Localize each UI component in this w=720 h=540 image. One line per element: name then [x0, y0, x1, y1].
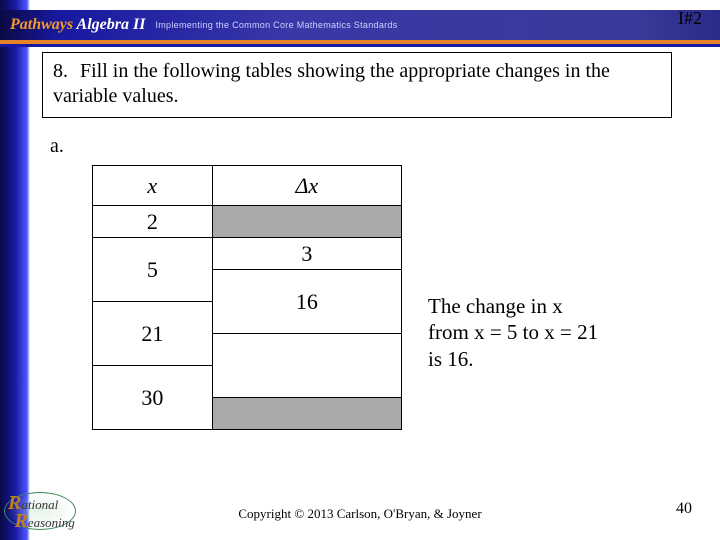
values-table: x Δx 2 5 3 16 21 30: [92, 165, 402, 430]
explanation-text: The change in x from x = 5 to x = 21 is …: [428, 293, 678, 372]
table-cell-dx-shaded: [212, 398, 401, 430]
table-cell-x: 2: [93, 206, 213, 238]
table-cell-dx: 3: [212, 238, 401, 270]
question-number: 8.: [53, 59, 75, 84]
slide-identifier: I#2: [678, 8, 702, 29]
table-cell-dx-empty: [212, 334, 401, 398]
copyright-text: Copyright © 2013 Carlson, O'Bryan, & Joy…: [0, 506, 720, 522]
explanation-line: from x = 5 to x = 21: [428, 320, 598, 344]
table-header-x: x: [93, 166, 213, 206]
logo-word: easoning: [28, 515, 75, 530]
product-title: Pathways Algebra II: [10, 16, 145, 34]
brand-name: Pathways: [10, 16, 73, 33]
question-text: Fill in the following tables showing the…: [53, 60, 610, 107]
accent-band-blue: [0, 44, 720, 47]
table-cell-x: 21: [93, 302, 213, 366]
table-cell-x: 30: [93, 366, 213, 430]
title-bar: Pathways Algebra II Implementing the Com…: [0, 10, 720, 40]
table-header-dx: Δx: [212, 166, 401, 206]
product-name: Algebra II: [77, 16, 146, 33]
table-cell-x: 5: [93, 238, 213, 302]
product-subtitle: Implementing the Common Core Mathematics…: [155, 20, 397, 30]
question-box: 8. Fill in the following tables showing …: [42, 52, 672, 118]
explanation-line: is 16.: [428, 347, 474, 371]
logo-initial: R: [15, 510, 28, 532]
page-number: 40: [676, 500, 692, 518]
table-cell-dx-shaded: [212, 206, 401, 238]
part-label: a.: [50, 135, 64, 158]
explanation-line: The change in x: [428, 294, 563, 318]
left-gradient-stripe: [0, 0, 30, 540]
table-cell-dx: 16: [212, 270, 401, 334]
publisher-logo: Rational Reasoning: [8, 494, 75, 530]
